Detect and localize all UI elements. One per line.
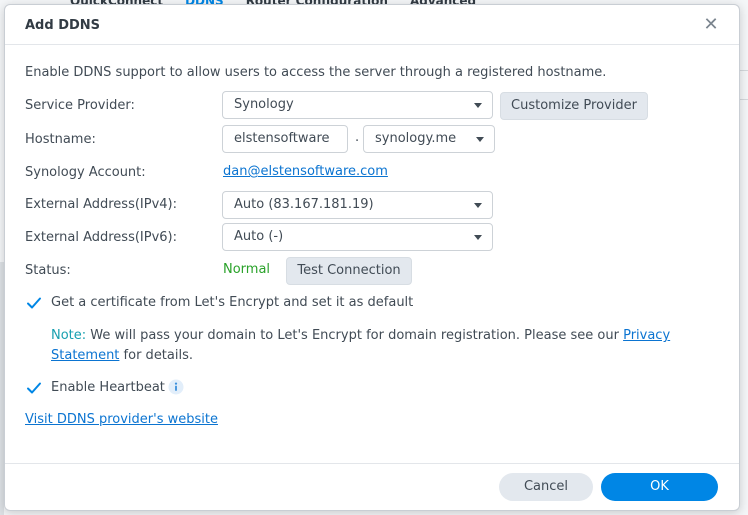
status-label: Status: [25,263,71,278]
synology-account-link[interactable]: dan@elstensoftware.com [223,164,388,179]
ipv4-select[interactable]: Auto (83.167.181.19) [222,191,493,219]
service-provider-select[interactable]: Synology [222,91,493,119]
chevron-down-icon [476,137,484,142]
dialog-description: Enable DDNS support to allow users to ac… [25,65,607,80]
note-suffix: for details. [119,348,194,363]
ipv6-value: Auto (-) [234,229,284,244]
ipv4-value: Auto (83.167.181.19) [234,197,374,212]
hostname-separator: . [355,130,360,145]
chevron-down-icon [474,235,482,240]
certificate-label[interactable]: Get a certificate from Let's Encrypt and… [51,295,413,310]
visit-provider-link[interactable]: Visit DDNS provider's website [25,412,218,427]
note-text: Note: We will pass your domain to Let's … [51,326,691,366]
heartbeat-checkbox[interactable] [25,379,43,397]
hostname-label: Hostname: [25,132,96,147]
customize-provider-button[interactable]: Customize Provider [500,92,648,120]
service-provider-label: Service Provider: [25,98,135,113]
status-value: Normal [223,262,271,277]
hostname-domain-value: synology.me [375,131,457,146]
test-connection-button[interactable]: Test Connection [286,257,412,285]
dialog-footer: Cancel OK [5,463,739,510]
chevron-down-icon [474,103,482,108]
certificate-checkbox[interactable] [25,294,43,312]
service-provider-value: Synology [234,97,294,112]
ipv4-label: External Address(IPv4): [25,197,178,212]
note-body: We will pass your domain to Let's Encryp… [86,328,624,343]
chevron-down-icon [474,203,482,208]
cancel-button[interactable]: Cancel [499,473,593,501]
info-icon[interactable] [168,379,184,395]
add-ddns-dialog: Add DDNS ✕ Enable DDNS support to allow … [4,4,740,511]
dialog-title: Add DDNS [25,18,101,33]
hostname-input[interactable]: elstensoftware [222,125,348,153]
background-divider [740,70,748,100]
heartbeat-label[interactable]: Enable Heartbeat [51,380,165,395]
dialog-header: Add DDNS ✕ [5,5,739,45]
note-label: Note: [51,328,87,343]
hostname-domain-select[interactable]: synology.me [363,125,495,153]
close-icon[interactable]: ✕ [701,15,721,35]
ok-button[interactable]: OK [601,473,718,501]
ipv6-label: External Address(IPv6): [25,230,178,245]
ipv6-select[interactable]: Auto (-) [222,223,493,251]
synology-account-label: Synology Account: [25,165,146,180]
